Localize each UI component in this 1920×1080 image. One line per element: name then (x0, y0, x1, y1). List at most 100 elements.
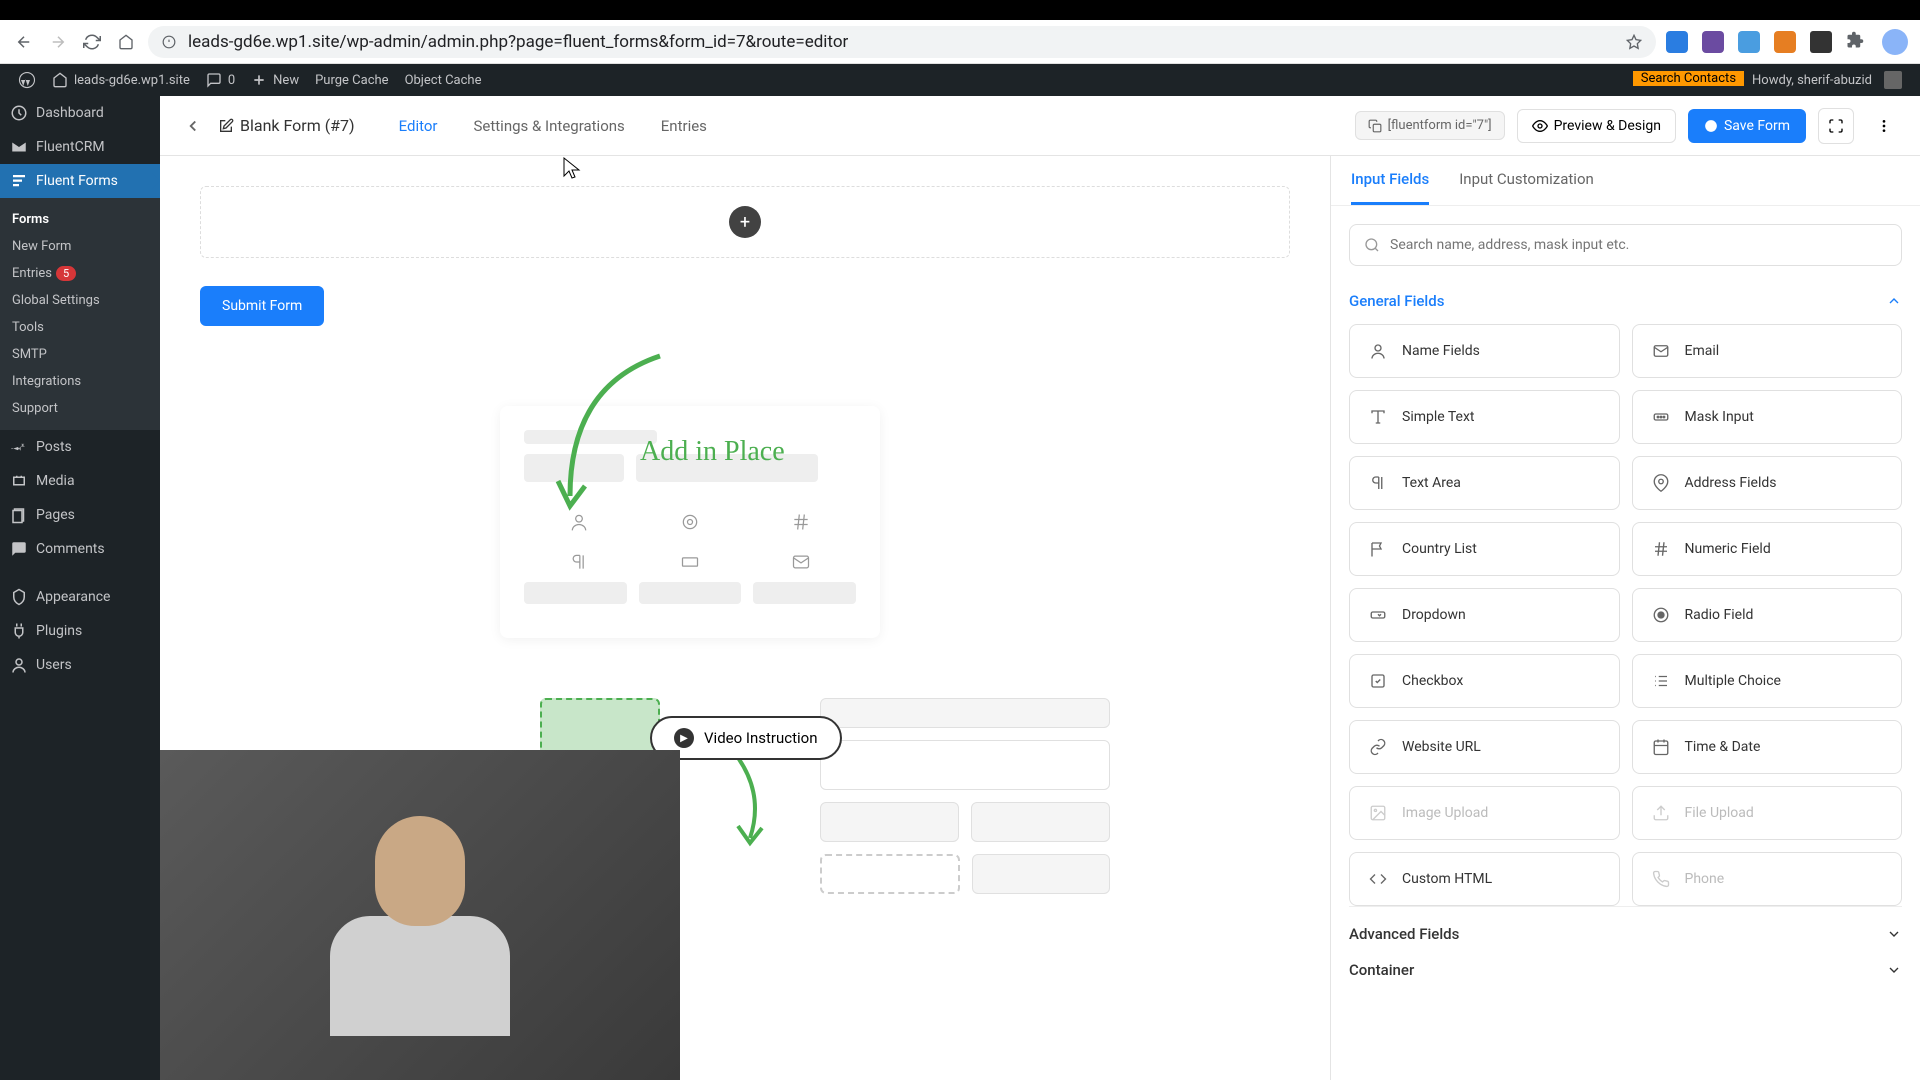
tab-entries[interactable]: Entries (647, 109, 721, 143)
sidebar-item-posts[interactable]: Posts (0, 430, 160, 464)
play-icon: ▶ (674, 728, 694, 748)
tab-editor[interactable]: Editor (385, 109, 452, 143)
puzzle-icon[interactable] (1846, 31, 1868, 53)
image-icon (1368, 803, 1388, 823)
search-contacts[interactable]: Search Contacts (1633, 71, 1744, 86)
webcam-overlay (160, 750, 680, 1080)
submenu-forms[interactable]: Forms (0, 206, 160, 233)
field-dropdown[interactable]: Dropdown (1349, 588, 1620, 642)
profile-avatar[interactable] (1882, 29, 1908, 55)
field-image-upload: Image Upload (1349, 786, 1620, 840)
target-icon (680, 512, 700, 532)
howdy-user[interactable]: Howdy, sherif-abuzid (1744, 71, 1910, 89)
url-input[interactable]: leads-gd6e.wp1.site/wp-admin/admin.php?p… (148, 26, 1656, 58)
chevron-down-icon (1886, 926, 1902, 942)
tab-settings[interactable]: Settings & Integrations (460, 109, 639, 143)
fields-panel: Input Fields Input Customization General… (1330, 156, 1920, 1080)
back-button[interactable] (178, 111, 208, 141)
chevron-up-icon (1886, 293, 1902, 309)
submenu-newform[interactable]: New Form (0, 233, 160, 260)
field-html[interactable]: Custom HTML (1349, 852, 1620, 906)
submenu-global[interactable]: Global Settings (0, 287, 160, 314)
mail-icon (791, 552, 811, 572)
user-avatar-icon (1884, 71, 1902, 89)
add-field-button[interactable]: + (729, 206, 761, 238)
comments-icon (10, 540, 28, 558)
shortcode-button[interactable]: [fluentform id="7"] (1355, 111, 1505, 140)
comments-count[interactable]: 0 (198, 64, 243, 96)
submenu-integrations[interactable]: Integrations (0, 368, 160, 395)
home-icon[interactable] (114, 30, 138, 54)
field-mask[interactable]: Mask Input (1632, 390, 1903, 444)
site-name[interactable]: leads-gd6e.wp1.site (44, 64, 198, 96)
tab-input-fields[interactable]: Input Fields (1351, 170, 1429, 205)
mail-icon (1651, 341, 1671, 361)
back-icon[interactable] (12, 30, 36, 54)
sidebar-item-users[interactable]: Users (0, 648, 160, 682)
sidebar-item-media[interactable]: Media (0, 464, 160, 498)
purge-cache[interactable]: Purge Cache (307, 64, 396, 96)
pin-icon (10, 438, 28, 456)
field-numeric[interactable]: Numeric Field (1632, 522, 1903, 576)
sidebar-item-fluentcrm[interactable]: FluentCRM (0, 130, 160, 164)
sidebar-item-appearance[interactable]: Appearance (0, 580, 160, 614)
submenu-tools[interactable]: Tools (0, 314, 160, 341)
tab-input-customization[interactable]: Input Customization (1459, 170, 1594, 205)
submenu-support[interactable]: Support (0, 395, 160, 422)
extension-icon[interactable] (1702, 31, 1724, 53)
field-datetime[interactable]: Time & Date (1632, 720, 1903, 774)
extension-icon[interactable] (1774, 31, 1796, 53)
field-email[interactable]: Email (1632, 324, 1903, 378)
save-icon (1704, 119, 1718, 133)
sidebar-item-pages[interactable]: Pages (0, 498, 160, 532)
extension-icon[interactable] (1738, 31, 1760, 53)
new-content[interactable]: New (243, 64, 307, 96)
field-radio[interactable]: Radio Field (1632, 588, 1903, 642)
reload-icon[interactable] (80, 30, 104, 54)
field-file-upload: File Upload (1632, 786, 1903, 840)
submenu-entries[interactable]: Entries5 (0, 260, 160, 287)
star-icon[interactable] (1626, 34, 1642, 50)
extension-icon[interactable] (1666, 31, 1688, 53)
preview-button[interactable]: Preview & Design (1517, 109, 1676, 143)
field-country[interactable]: Country List (1349, 522, 1620, 576)
save-button[interactable]: Save Form (1688, 109, 1806, 143)
extension-icon[interactable] (1810, 31, 1832, 53)
fullscreen-button[interactable] (1818, 108, 1854, 144)
edit-icon (218, 118, 234, 134)
fluentforms-icon (10, 172, 28, 190)
appearance-icon (10, 588, 28, 606)
fluentforms-submenu: Forms New Form Entries5 Global Settings … (0, 198, 160, 430)
field-multiple[interactable]: Multiple Choice (1632, 654, 1903, 708)
code-icon (1368, 869, 1388, 889)
field-name[interactable]: Name Fields (1349, 324, 1620, 378)
more-button[interactable] (1866, 108, 1902, 144)
link-icon (1368, 737, 1388, 757)
section-container[interactable]: Container (1349, 961, 1902, 997)
browser-address-bar: leads-gd6e.wp1.site/wp-admin/admin.php?p… (0, 20, 1920, 64)
dropzone[interactable]: + (200, 186, 1290, 258)
submenu-smtp[interactable]: SMTP (0, 341, 160, 368)
field-checkbox[interactable]: Checkbox (1349, 654, 1620, 708)
field-url[interactable]: Website URL (1349, 720, 1620, 774)
add-in-place-label: Add in Place (640, 436, 785, 468)
wp-logo[interactable] (10, 64, 44, 96)
wp-sidebar: Dashboard FluentCRM Fluent Forms Forms N… (0, 96, 160, 1080)
field-search-input[interactable] (1390, 237, 1887, 253)
field-textarea[interactable]: Text Area (1349, 456, 1620, 510)
submit-button[interactable]: Submit Form (200, 286, 324, 326)
sidebar-item-plugins[interactable]: Plugins (0, 614, 160, 648)
text-icon (1368, 407, 1388, 427)
field-search[interactable] (1349, 224, 1902, 266)
sidebar-item-dashboard[interactable]: Dashboard (0, 96, 160, 130)
object-cache[interactable]: Object Cache (397, 64, 490, 96)
form-title[interactable]: Blank Form (#7) (218, 116, 355, 135)
forward-icon[interactable] (46, 30, 70, 54)
section-advanced-fields[interactable]: Advanced Fields (1349, 906, 1902, 961)
phone-icon (1651, 869, 1671, 889)
field-simple-text[interactable]: Simple Text (1349, 390, 1620, 444)
sidebar-item-fluentforms[interactable]: Fluent Forms (0, 164, 160, 198)
section-general-fields[interactable]: General Fields (1349, 288, 1902, 324)
field-address[interactable]: Address Fields (1632, 456, 1903, 510)
sidebar-item-comments[interactable]: Comments (0, 532, 160, 566)
